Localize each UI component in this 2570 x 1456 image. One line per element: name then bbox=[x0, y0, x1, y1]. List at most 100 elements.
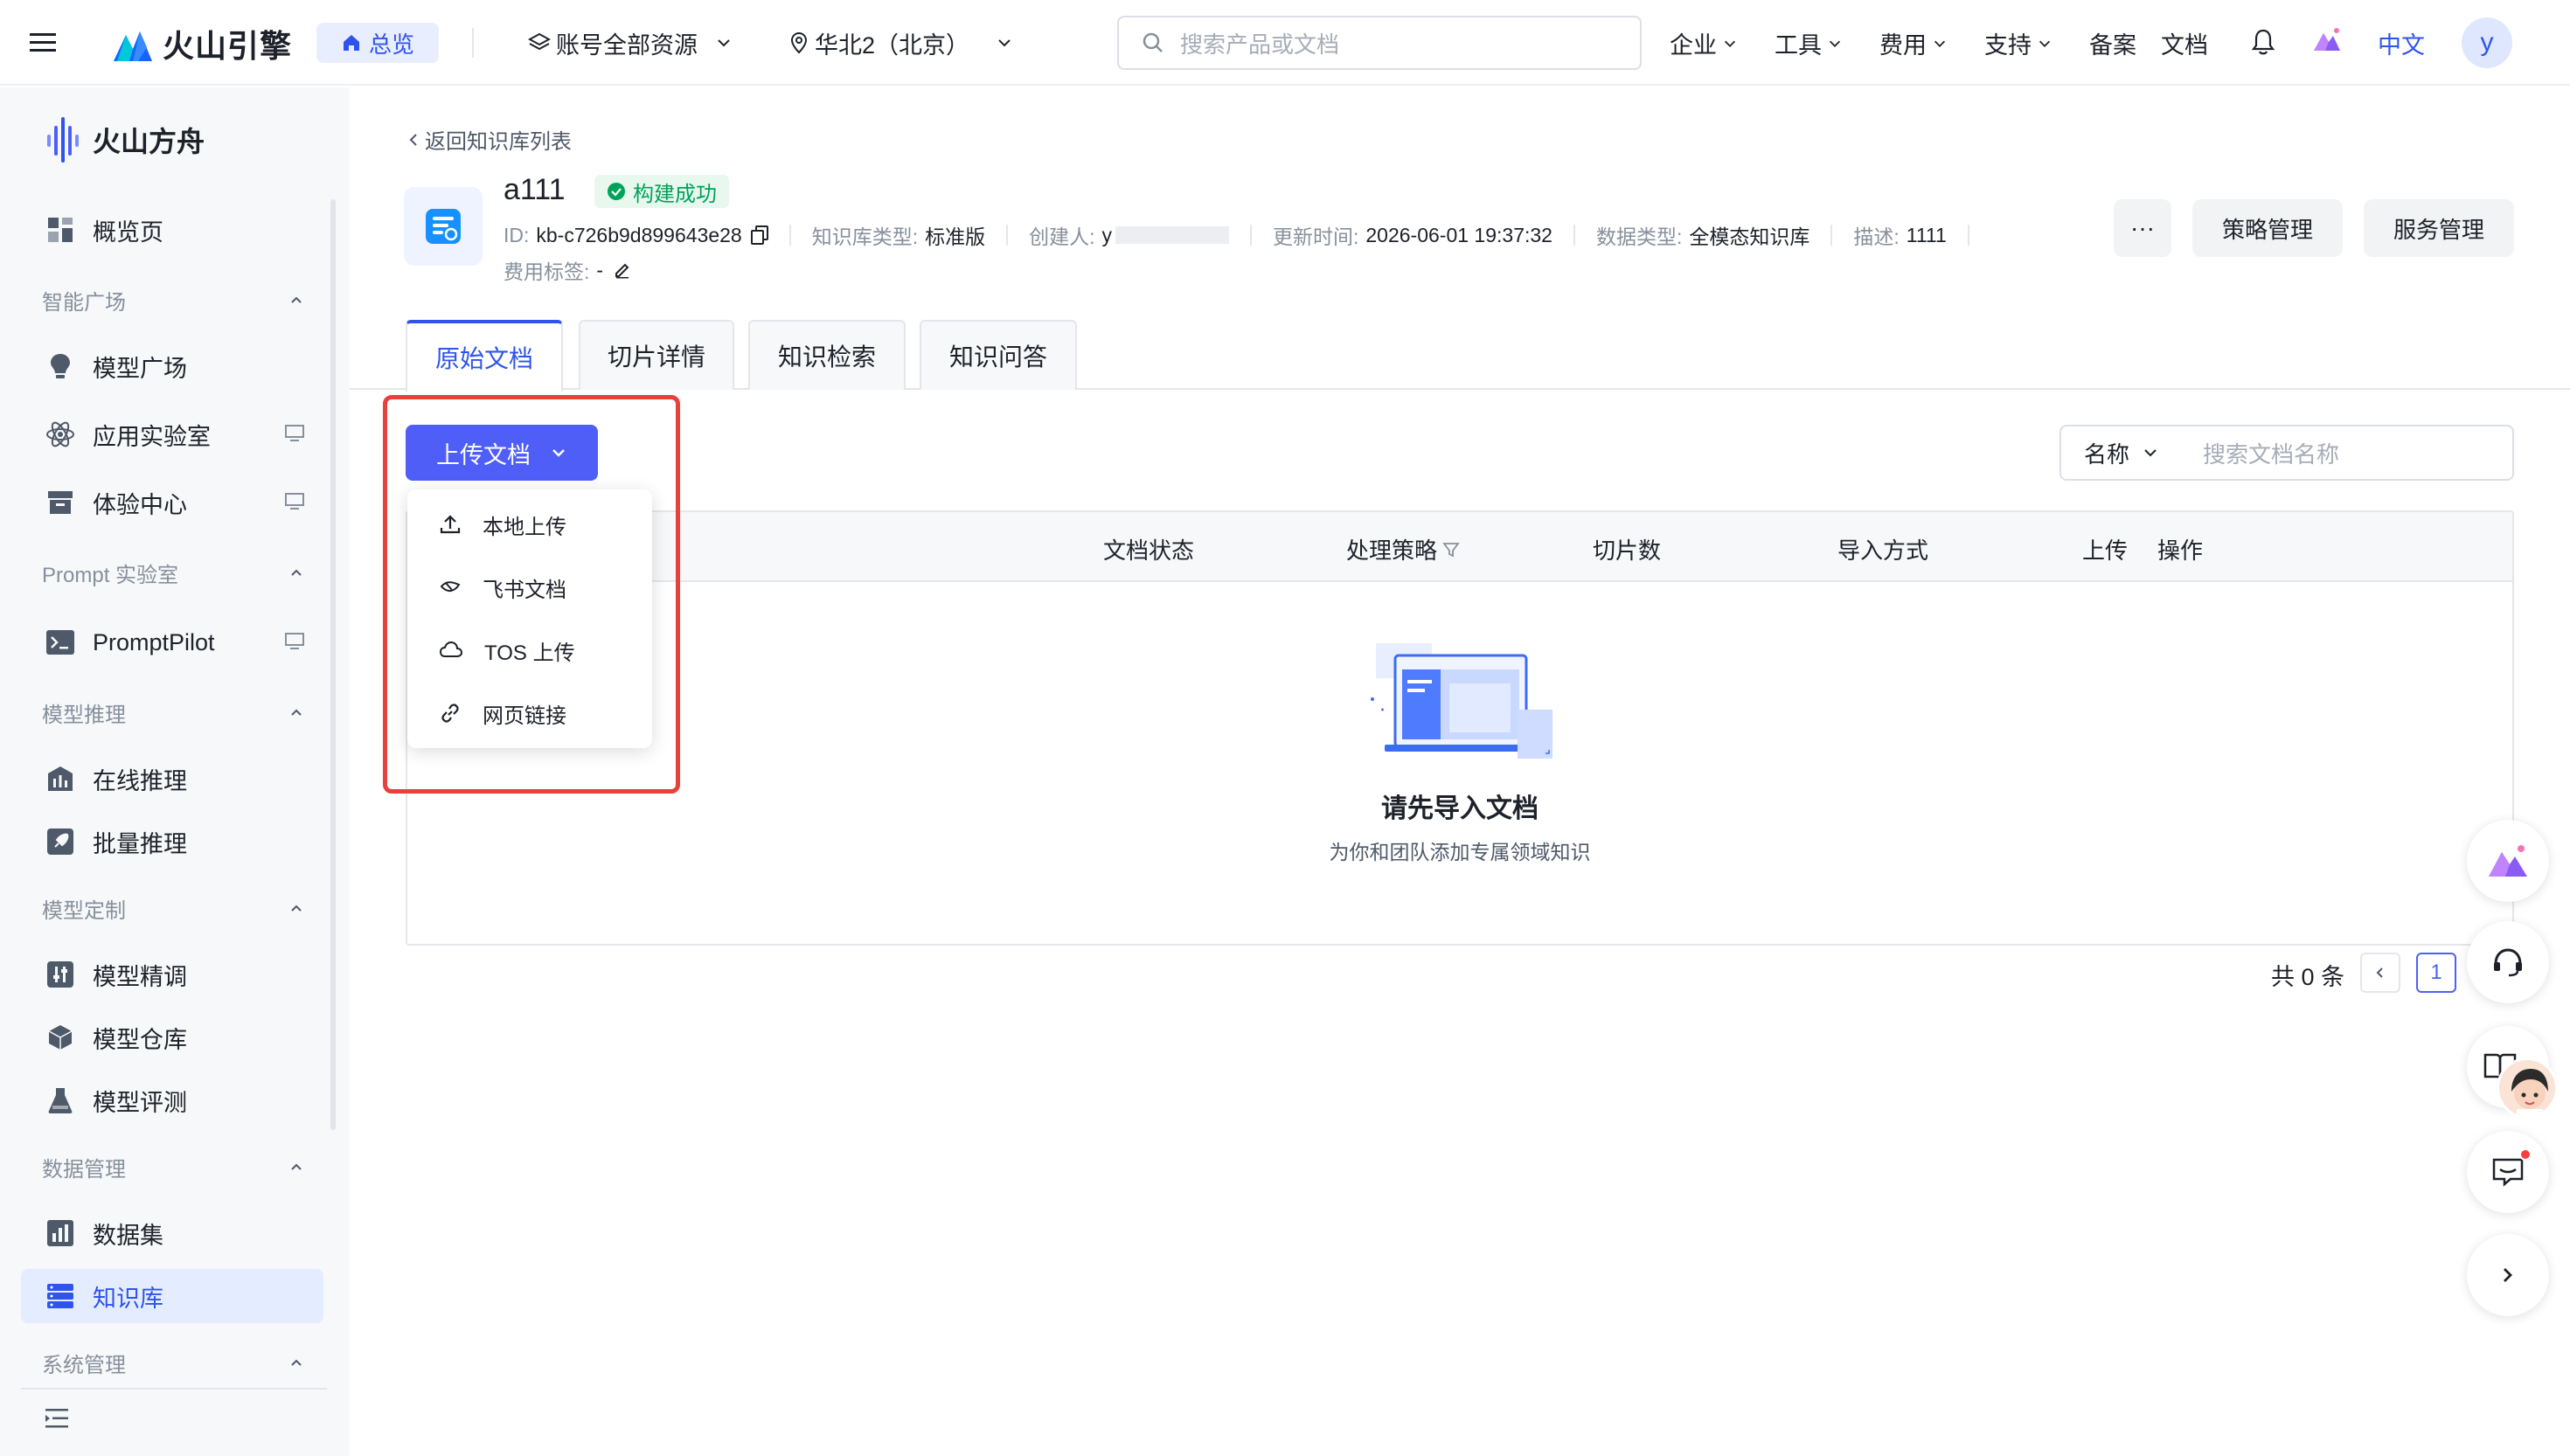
upload-document-button[interactable]: 上传文档 bbox=[406, 425, 598, 481]
sidebar-brand-name: 火山方舟 bbox=[93, 126, 205, 157]
region-label: 华北2（北京） bbox=[815, 31, 970, 59]
sidebar-group-prompt-lab[interactable]: Prompt 实验室 bbox=[42, 558, 304, 588]
chevron-left-icon bbox=[2376, 967, 2383, 978]
nav-docs[interactable]: 文档 bbox=[2161, 26, 2208, 60]
filter-field-select[interactable]: 名称 bbox=[2059, 425, 2184, 481]
sidebar-item-label: 应用实验室 bbox=[93, 423, 211, 450]
filter-icon[interactable] bbox=[1442, 541, 1460, 558]
column-doc-status: 文档状态 bbox=[1103, 537, 1195, 564]
data-type-value: 全模态知识库 bbox=[1689, 225, 1810, 248]
knowledge-base-name: a111 bbox=[504, 173, 566, 206]
layers-icon bbox=[528, 32, 551, 51]
column-upload: 上传 bbox=[2082, 537, 2129, 564]
divider bbox=[1967, 225, 1969, 246]
empty-state-subtitle: 为你和团队添加专属领域知识 bbox=[1329, 841, 1591, 863]
pagination-page-1[interactable]: 1 bbox=[2416, 953, 2456, 993]
divider bbox=[1573, 225, 1575, 246]
strategy-management-button[interactable]: 策略管理 bbox=[2192, 199, 2343, 257]
chevron-down-icon bbox=[998, 39, 1011, 47]
sidebar-item-model-eval[interactable]: 模型评测 bbox=[21, 1073, 323, 1127]
tab-chunk-details[interactable]: 切片详情 bbox=[579, 320, 734, 390]
creator-value: y bbox=[1101, 223, 1113, 246]
ai-assistant-float-button[interactable] bbox=[2467, 820, 2549, 902]
tab-knowledge-qa[interactable]: 知识问答 bbox=[920, 320, 1077, 390]
tab-original-docs[interactable]: 原始文档 bbox=[406, 320, 563, 392]
collapse-sidebar-icon[interactable] bbox=[44, 1407, 70, 1430]
cube-icon bbox=[45, 1023, 75, 1052]
service-management-button[interactable]: 服务管理 bbox=[2364, 199, 2514, 257]
nav-filing[interactable]: 备案 bbox=[2089, 26, 2136, 60]
notification-dot bbox=[2519, 1148, 2532, 1161]
menu-item-feishu-doc[interactable]: 飞书文档 bbox=[407, 561, 652, 614]
global-search-input[interactable]: 搜索产品或文档 bbox=[1117, 16, 1642, 70]
bell-icon[interactable] bbox=[2250, 28, 2276, 56]
monitor-icon bbox=[285, 633, 304, 650]
home-label: 总览 bbox=[368, 31, 414, 58]
column-strategy: 处理策略 bbox=[1346, 533, 1460, 565]
headset-icon bbox=[2494, 948, 2522, 977]
terminal-icon bbox=[45, 627, 75, 657]
sidebar-item-fine-tune[interactable]: 模型精调 bbox=[21, 947, 323, 1002]
sidebar-item-online-inference[interactable]: 在线推理 bbox=[21, 752, 323, 806]
sidebar-item-label: 模型评测 bbox=[93, 1089, 187, 1116]
updated-label: 更新时间: bbox=[1273, 225, 1359, 248]
sidebar-scrollbar[interactable] bbox=[330, 199, 336, 1130]
back-to-list-link[interactable]: 返回知识库列表 bbox=[407, 124, 572, 155]
sidebar-group-system[interactable]: 系统管理 bbox=[42, 1348, 304, 1378]
location-icon bbox=[790, 31, 808, 54]
menu-icon[interactable] bbox=[28, 28, 58, 58]
sidebar-item-model-repo[interactable]: 模型仓库 bbox=[21, 1010, 323, 1064]
assistant-avatar[interactable] bbox=[2497, 1057, 2558, 1119]
sidebar-group-smart-square[interactable]: 智能广场 bbox=[42, 285, 304, 315]
language-switch[interactable]: 中文 bbox=[2378, 26, 2425, 60]
sidebar-item-knowledge-base[interactable]: 知识库 bbox=[21, 1269, 323, 1323]
sidebar-item-batch-inference[interactable]: 批量推理 bbox=[21, 815, 323, 869]
brand-logo[interactable]: 火山引擎 bbox=[112, 21, 292, 66]
sidebar-item-dataset[interactable]: 数据集 bbox=[21, 1206, 323, 1260]
edit-icon[interactable] bbox=[614, 261, 631, 279]
message-icon bbox=[2492, 1158, 2524, 1187]
ai-assistant-icon[interactable] bbox=[2311, 24, 2343, 56]
expand-float-button[interactable] bbox=[2467, 1234, 2549, 1316]
sidebar-item-experience[interactable]: 体验中心 bbox=[21, 475, 323, 530]
nav-billing[interactable]: 费用 bbox=[1879, 26, 1948, 60]
home-overview-button[interactable]: 总览 bbox=[316, 23, 439, 63]
nav-label: 支持 bbox=[1984, 32, 2032, 59]
more-actions-button[interactable]: ··· bbox=[2114, 199, 2171, 257]
sidebar-item-promptpilot[interactable]: PromptPilot bbox=[21, 615, 323, 669]
account-scope-select[interactable]: 账号全部资源 bbox=[528, 24, 733, 61]
sidebar-brand[interactable]: 火山方舟 bbox=[45, 115, 205, 164]
feedback-float-button[interactable] bbox=[2467, 1131, 2549, 1213]
nav-support[interactable]: 支持 bbox=[1984, 26, 2053, 60]
chevron-down-icon bbox=[1724, 40, 1736, 47]
monitor-icon bbox=[285, 425, 304, 442]
document-search-input[interactable]: 搜索文档名称 bbox=[2182, 425, 2514, 481]
sidebar-item-label: 体验中心 bbox=[93, 491, 187, 518]
sidebar-group-data[interactable]: 数据管理 bbox=[42, 1152, 304, 1182]
sidebar-item-overview[interactable]: 概览页 bbox=[21, 203, 323, 257]
divider bbox=[1006, 225, 1009, 246]
region-select[interactable]: 华北2（北京） bbox=[788, 24, 1013, 61]
sidebar-group-customization[interactable]: 模型定制 bbox=[42, 893, 304, 924]
tab-knowledge-search[interactable]: 知识检索 bbox=[748, 320, 906, 390]
nav-enterprise[interactable]: 企业 bbox=[1670, 26, 1738, 60]
sidebar-item-label: 在线推理 bbox=[93, 767, 187, 794]
sidebar-item-model-square[interactable]: 模型广场 bbox=[21, 339, 323, 393]
sidebar-group-inference[interactable]: 模型推理 bbox=[42, 697, 304, 728]
menu-item-local-upload[interactable]: 本地上传 bbox=[407, 498, 652, 551]
sidebar-item-app-lab[interactable]: 应用实验室 bbox=[21, 407, 323, 461]
menu-item-web-link[interactable]: 网页链接 bbox=[407, 687, 652, 739]
archive-icon bbox=[45, 488, 75, 517]
user-avatar[interactable]: y bbox=[2462, 17, 2512, 68]
sidebar-group-label: 数据管理 bbox=[42, 1158, 126, 1182]
sidebar-group-label: Prompt 实验室 bbox=[42, 564, 179, 587]
copy-icon[interactable] bbox=[750, 225, 768, 245]
database-icon bbox=[45, 1281, 75, 1311]
pagination-prev-button[interactable] bbox=[2360, 953, 2400, 993]
menu-item-tos-upload[interactable]: TOS 上传 bbox=[407, 624, 652, 676]
customer-service-float-button[interactable] bbox=[2467, 921, 2549, 1003]
filter-field-label: 名称 bbox=[2083, 440, 2129, 468]
sidebar-group-label: 模型推理 bbox=[42, 704, 126, 727]
divider bbox=[472, 28, 474, 58]
nav-tools[interactable]: 工具 bbox=[1775, 26, 1843, 60]
